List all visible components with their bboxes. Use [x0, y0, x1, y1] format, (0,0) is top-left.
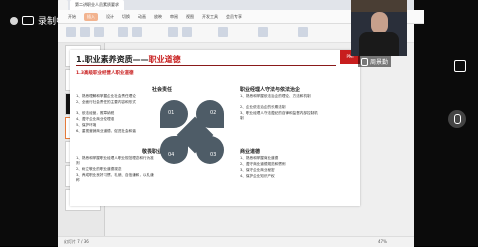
section-item: 1、熟悉和掌握商业道德 — [240, 156, 279, 160]
presenter-body — [359, 32, 399, 56]
ribbon-item[interactable]: 视图 — [186, 14, 194, 20]
ribbon-item[interactable]: 开发工具 — [202, 14, 218, 20]
zoom-level[interactable]: 47% — [378, 239, 387, 244]
presenter-head — [371, 12, 388, 34]
section-item: 3、依法经营，照章纳税 — [76, 111, 115, 115]
title-highlight: 职业道德 — [148, 55, 181, 64]
mic-icon[interactable] — [448, 110, 466, 128]
bookshelf — [351, 0, 407, 12]
presenter-name: 周景勤 — [370, 59, 389, 66]
section-title: 商业道德 — [240, 149, 261, 155]
section-item: 1、熟悉和掌握依法治企的理论、方法和机制 — [240, 94, 311, 98]
section-item: 4、保护企业知识产权 — [240, 174, 275, 178]
tool-icon[interactable] — [94, 27, 104, 37]
screen-frame: 录制中 第二讲职业人员素质要求 开始 插入 设计 切换 动画 放映 审阅 视图 … — [0, 0, 478, 247]
ribbon-item[interactable]: 设计 — [106, 14, 114, 20]
diagram-number: 04 — [168, 152, 175, 158]
section-item: 2、企业依法治企的长期法制 — [240, 105, 286, 109]
section-item: 1、熟悉理解和掌握企业社会责任理论 — [76, 94, 136, 98]
title-main: 1.职业素养资质—— — [76, 55, 149, 64]
tool-icon[interactable] — [118, 27, 128, 37]
ribbon-item-insert[interactable]: 插入 — [84, 12, 98, 21]
section-item: 3、职业经理人守法遵纪的自律和监督内部控制机制 — [240, 111, 318, 120]
diagram-number: 03 — [210, 152, 217, 158]
tool-icon[interactable] — [182, 27, 192, 37]
diagram-number: 01 — [168, 110, 175, 116]
tool-icon[interactable] — [258, 27, 268, 37]
section-item: 3、养成职业良好习惯，礼貌、自信谦和，以礼谦称 — [76, 173, 154, 182]
section-item: 2、树立敬业的职业道德观念 — [76, 167, 122, 171]
tool-icon[interactable] — [66, 27, 76, 37]
section-item: 5、保护环境 — [76, 123, 97, 127]
mic-small-icon — [361, 57, 368, 66]
section-item: 6、重视营销商业道德，促进社会和谐 — [76, 129, 136, 133]
section-item: 1、熟悉和掌握职业经理人职业规范理念和行为准则 — [76, 156, 154, 165]
tab-document[interactable]: 第二讲职业人员素质要求 — [70, 0, 124, 10]
tool-icon[interactable] — [132, 27, 142, 37]
record-dot-icon — [10, 16, 18, 25]
presenter-name-tag: 周景勤 — [358, 56, 392, 67]
recording-indicator: 录制中 — [10, 14, 65, 27]
ribbon-item[interactable]: 开始 — [68, 14, 76, 20]
section-item: 2、全面行社会责任的主要内容和形式 — [76, 100, 136, 104]
section-item: 3、保守企业商业秘密 — [240, 168, 275, 172]
tool-icon[interactable] — [80, 27, 90, 37]
tool-icon[interactable] — [218, 27, 228, 37]
ribbon-item[interactable]: 动画 — [138, 14, 146, 20]
slide-canvas[interactable]: 1.职业素养资质——职业道德 1.3高级职业经营人职业道德 PMI 社会责任 1… — [70, 50, 360, 206]
section-title: 社会责任 — [152, 87, 173, 93]
section-title: 职业经理人守法与依法治企 — [240, 87, 301, 93]
ribbon-item[interactable]: 会员专享 — [226, 14, 242, 20]
ribbon-item[interactable]: 切换 — [122, 14, 130, 20]
ribbon-item[interactable]: 放映 — [154, 14, 162, 20]
slide-subtitle: 1.3高级职业经营人职业道德 — [76, 71, 134, 76]
fullscreen-icon[interactable] — [454, 60, 466, 72]
tool-icon[interactable] — [168, 27, 178, 37]
webcam-feed — [351, 0, 407, 56]
section-item: 4、遵守企业商业伦理准 — [76, 117, 115, 121]
four-part-diagram: 01 02 03 04 — [160, 100, 230, 170]
slide-title: 1.职业素养资质——职业道德 — [76, 54, 181, 65]
section-item: 2、遵守商业道德规范和惯例 — [240, 162, 286, 166]
ribbon-item[interactable]: 审阅 — [170, 14, 178, 20]
diagram-number: 02 — [210, 110, 217, 116]
page-indicator: 幻灯片 7 / 36 — [64, 239, 89, 244]
status-bar: 幻灯片 7 / 36 47% — [58, 236, 414, 247]
camera-icon — [22, 16, 34, 25]
tab-home[interactable] — [58, 0, 68, 10]
title-divider — [76, 65, 336, 66]
tool-icon[interactable] — [298, 27, 308, 37]
